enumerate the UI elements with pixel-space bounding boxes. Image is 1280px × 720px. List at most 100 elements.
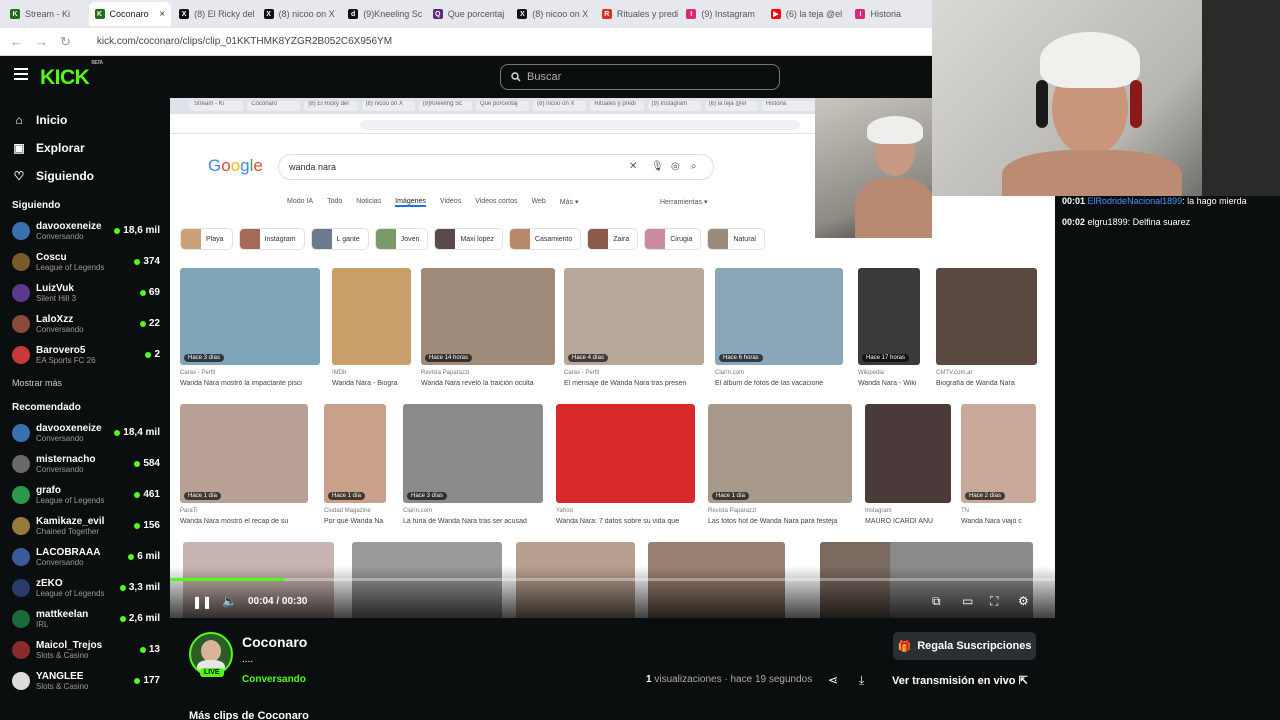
viewer-count: 2: [145, 349, 160, 360]
sidebar-channel[interactable]: misternacho Conversando 584: [0, 448, 170, 479]
sidebar-channel[interactable]: davooxeneize Conversando 18,6 mil: [0, 215, 170, 246]
sidebar-channel[interactable]: Maicol_Trejos Slots & Casino 13: [0, 634, 170, 665]
google-chip: Natural: [707, 228, 765, 250]
tab-close-icon[interactable]: ×: [159, 9, 165, 20]
channel-game: Conversando: [36, 231, 84, 241]
google-filter: Imágenes: [395, 198, 426, 207]
channel-info: zEKO League of Legends: [36, 578, 120, 598]
image-caption: Wanda Nara viajó c: [961, 518, 1022, 525]
forward-icon[interactable]: →: [35, 34, 48, 49]
url-text[interactable]: kick.com/coconaro/clips/clip_01KKTHMK8YZ…: [97, 36, 392, 47]
progress-fill: [170, 578, 286, 581]
browser-tab[interactable]: d (9)Kneeling Sc: [342, 2, 425, 26]
back-icon[interactable]: ←: [10, 34, 23, 49]
chip-thumbnail: [181, 229, 201, 249]
channel-name: LACOBRAAA: [36, 546, 101, 558]
live-dot-icon: [134, 460, 141, 467]
image-caption: Wanda Nara reveló la traición oculta: [421, 380, 534, 387]
channel-name: LuizVuk: [36, 282, 74, 294]
sidebar-channel[interactable]: LACOBRAAA Conversando 6 mil: [0, 541, 170, 572]
channel-game: League of Legends: [36, 588, 105, 598]
browser-tab[interactable]: ▶ (6) la teja @el: [765, 2, 848, 26]
chip-thumbnail: [645, 229, 666, 249]
sidebar-channel[interactable]: Kamikaze_evil Chained Together 156: [0, 510, 170, 541]
browser-tab[interactable]: K Coconaro ×: [88, 2, 172, 26]
tab-label: (8) nicoo on X: [532, 9, 589, 19]
reload-icon[interactable]: ↻: [60, 34, 71, 50]
avatar: [12, 314, 30, 333]
image-source: Revista Paparazzi: [421, 370, 470, 376]
fullscreen-icon[interactable]: ⛶: [990, 594, 998, 609]
pip-icon[interactable]: ⧉: [932, 594, 941, 609]
tab-label: Que porcentaj: [447, 9, 505, 19]
viewer-value: 374: [143, 256, 160, 267]
chip-thumbnail: [509, 229, 530, 249]
image-caption: MAURO ICARDI ANU: [865, 518, 934, 525]
sidebar-channel[interactable]: mattkeelan IRL 2,6 mil: [0, 603, 170, 634]
sidebar-channel[interactable]: Barovero5 EA Sports FC 26 2: [0, 339, 170, 370]
google-filter: Noticias: [356, 198, 382, 205]
viewer-count: 69: [139, 287, 160, 298]
chip-label: Playa: [206, 235, 224, 243]
image-caption: La furia de Wanda Nara tras ser acusad: [403, 518, 527, 525]
clip-category[interactable]: Conversando: [242, 674, 306, 685]
theater-icon[interactable]: ▭: [962, 594, 973, 608]
chip-label: Joven: [400, 235, 420, 243]
recommended-title: Recomendado: [12, 402, 81, 413]
browser-tab[interactable]: I Historia: [849, 2, 932, 26]
menu-icon[interactable]: [14, 68, 28, 80]
sidebar-nav-inicio[interactable]: ⌂ Inicio: [0, 106, 170, 134]
tab-favicon-icon: X: [517, 9, 528, 19]
browser-tab[interactable]: X (8) nicoo on X: [511, 2, 594, 26]
browser-tab[interactable]: R Rituales y predi: [596, 2, 678, 26]
channel-info: LaloXzz Conversando: [36, 314, 140, 334]
chip-label: Instagram: [264, 235, 296, 243]
sidebar-channel[interactable]: LaloXzz Conversando 22: [0, 308, 170, 339]
share-icon[interactable]: ⋖: [828, 673, 838, 687]
gift-subs-button[interactable]: 🎁 Regala Suscripciones: [893, 632, 1036, 660]
channel-game: Conversando: [36, 464, 84, 474]
watch-live-link[interactable]: Ver transmisión en vivo ⇱: [892, 674, 1028, 687]
progress-bar[interactable]: [170, 578, 1055, 581]
channel-game: Conversando: [36, 557, 84, 567]
chip-label: Maxi lopez: [460, 235, 494, 243]
gift-label: Regala Suscripciones: [917, 640, 1032, 652]
captured-tab-bar: Stream - Ki Coconaro (8) El Ricky del (8) n…: [170, 98, 816, 114]
clip-info: LIVE Coconaro .... Conversando 🎁 Regala …: [170, 620, 1055, 720]
captured-tab: Coconaro: [247, 101, 301, 111]
image-caption: Wanda Nara - Biogra: [332, 380, 398, 387]
channel-game: Conversando: [36, 324, 84, 334]
search-input[interactable]: Buscar: [500, 64, 780, 90]
live-dot-icon: [139, 646, 146, 653]
channel-name[interactable]: Coconaro: [242, 634, 307, 650]
search-result-image: Hace 17 horas: [858, 268, 920, 365]
sidebar-nav-explorar[interactable]: ▣ Explorar: [0, 134, 170, 162]
sidebar-nav-siguiendo[interactable]: ♡ Siguiendo: [0, 162, 170, 190]
download-icon[interactable]: ⤓: [859, 673, 864, 688]
volume-icon[interactable]: 🔈: [222, 594, 237, 608]
browser-tab[interactable]: X (8) nicoo on X: [258, 2, 341, 26]
browser-tab[interactable]: X (8) El Ricky del: [173, 2, 256, 26]
browser-tab[interactable]: K Stream - Ki: [4, 2, 87, 26]
channel-info: LuizVuk Silent Hill 3: [36, 283, 140, 303]
sidebar-channel[interactable]: davooxeneize Conversando 18,4 mil: [0, 417, 170, 448]
sidebar-channel[interactable]: zEKO League of Legends 3,3 mil: [0, 572, 170, 603]
viewer-value: 2,6 mil: [128, 613, 160, 624]
avatar: [12, 423, 30, 442]
channel-game: IRL: [36, 619, 49, 629]
sidebar-channel[interactable]: grafo League of Legends 461: [0, 479, 170, 510]
viewer-count: 461: [134, 489, 160, 500]
pause-icon[interactable]: ❚❚: [192, 595, 212, 609]
sidebar-channel[interactable]: Coscu League of Legends 374: [0, 246, 170, 277]
image-caption: Wanda Nara - Wiki: [858, 380, 917, 387]
settings-icon[interactable]: ⚙: [1018, 594, 1029, 608]
more-clips-heading: Más clips de Coconaro: [189, 710, 309, 720]
kick-logo[interactable]: KICKBETA: [40, 60, 103, 90]
browser-tab[interactable]: Q Que porcentaj: [427, 2, 510, 26]
show-more-link[interactable]: Mostrar más: [0, 378, 170, 388]
sidebar: ⌂ Inicio ▣ Explorar ♡ Siguiendo Siguiendo dav…: [0, 98, 170, 720]
browser-tab[interactable]: I (9) Instagram: [680, 2, 763, 26]
sidebar-channel[interactable]: YANGLEE Slots & Casino 177: [0, 665, 170, 696]
viewer-count: 177: [134, 675, 160, 686]
sidebar-channel[interactable]: LuizVuk Silent Hill 3 69: [0, 277, 170, 308]
